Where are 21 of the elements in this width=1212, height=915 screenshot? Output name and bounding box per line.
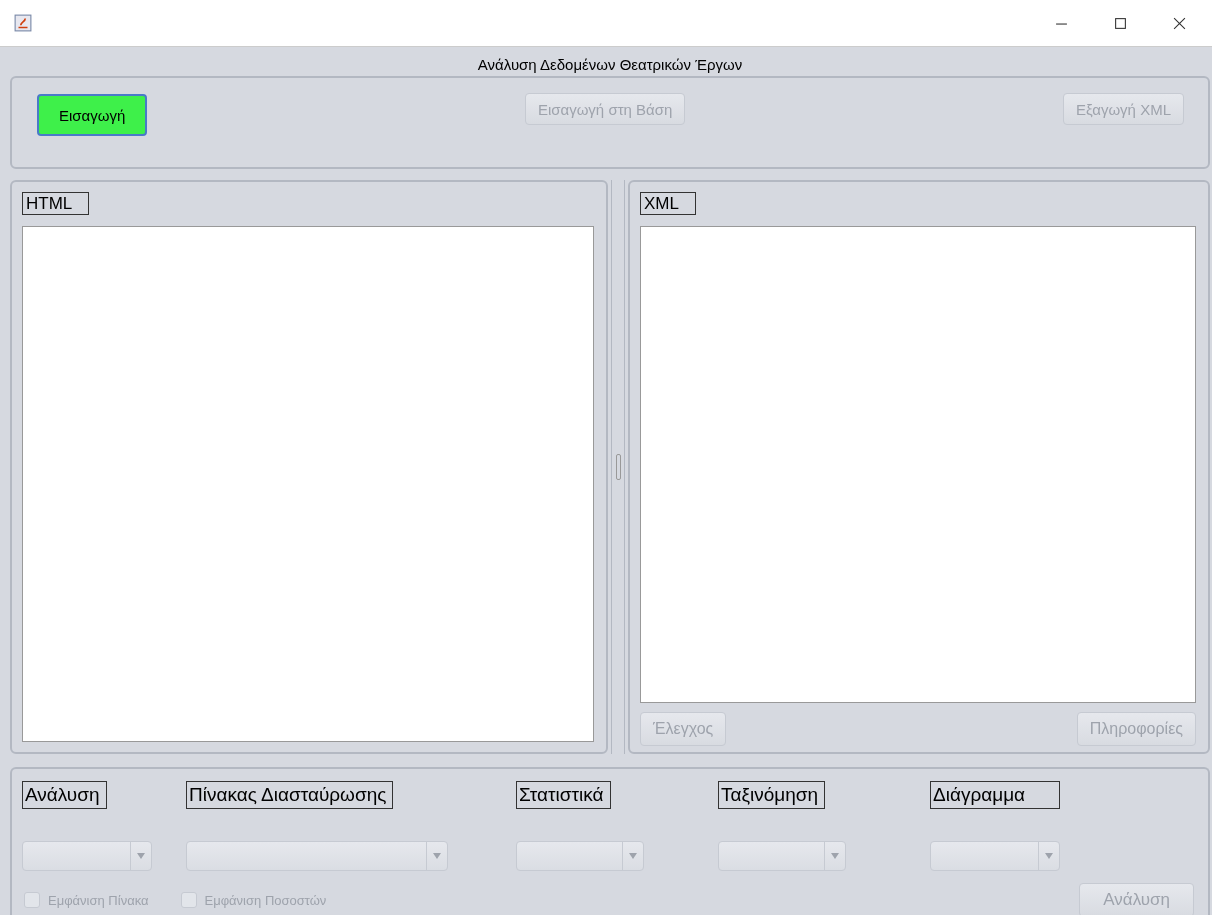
dropdown-arrow-icon	[831, 853, 839, 859]
app-icon	[14, 14, 32, 32]
dropdown-arrow-icon	[433, 853, 441, 859]
section-label: Διάγραμμα	[930, 781, 1061, 809]
section-label: Στατιστικά	[516, 781, 611, 809]
checkbox-label: Εμφάνιση Ποσοστών	[204, 892, 327, 908]
split-divider[interactable]	[611, 180, 625, 754]
checkbox-label: Εμφάνιση Πίνακα	[48, 892, 149, 908]
app-title: Ανάλυση Δεδομένων Θεατρικών Έργων	[476, 55, 744, 75]
maximize-icon[interactable]	[1114, 16, 1127, 30]
dropdown-arrow-icon	[137, 853, 145, 859]
panel-label: HTML	[22, 192, 90, 215]
toolbar-button[interactable]: Εισαγωγή	[37, 94, 148, 136]
dropdown-arrow-icon	[1045, 853, 1053, 859]
dropdown-arrow-icon	[629, 853, 637, 859]
panel-label: XML	[640, 192, 696, 215]
xml-text-area[interactable]	[640, 226, 1196, 703]
section-label: Πίνακας Διασταύρωσης	[186, 781, 394, 809]
section-label: Ταξινόμηση	[718, 781, 826, 809]
section-label: Ανάλυση	[22, 781, 107, 809]
close-icon[interactable]	[1173, 16, 1186, 30]
